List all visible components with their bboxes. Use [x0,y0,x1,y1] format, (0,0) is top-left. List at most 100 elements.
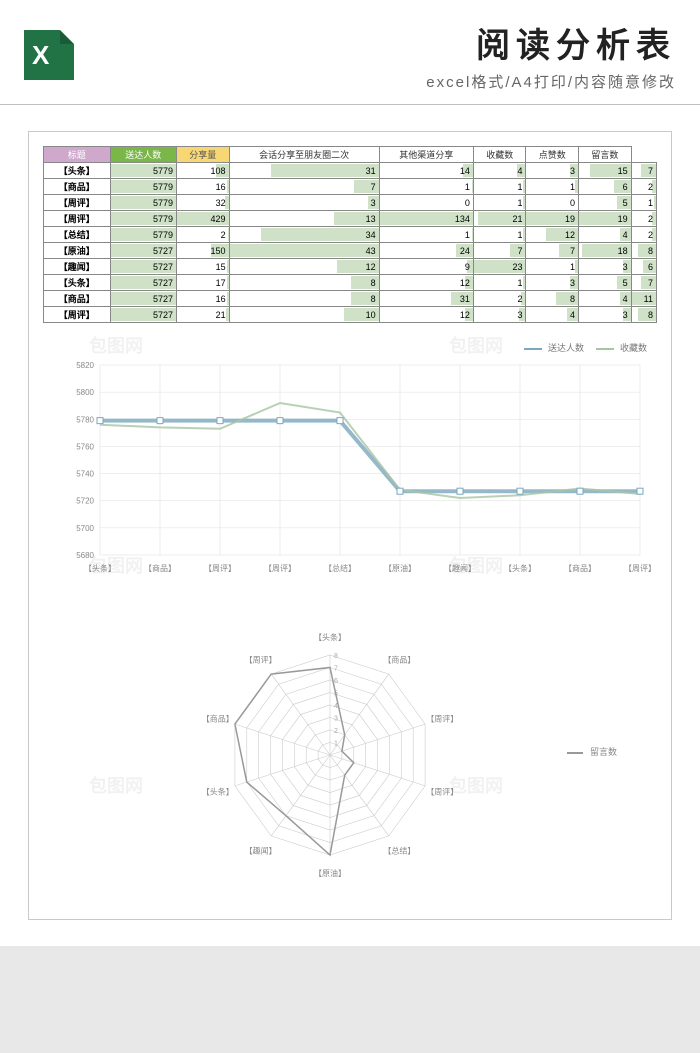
cell-value: 2 [473,291,526,307]
svg-text:【原油】: 【原油】 [314,868,346,878]
svg-text:5740: 5740 [76,470,94,479]
legend-swatch-icon [596,348,614,350]
cell-value: 5779 [110,195,177,211]
cell-value: 31 [229,163,379,179]
svg-text:5720: 5720 [76,497,94,506]
cell-value: 1 [631,195,656,211]
table-row: 【商品】577916711162 [44,179,657,195]
cell-value: 8 [526,291,579,307]
excel-icon-letter: X [32,40,49,71]
svg-text:【周评】: 【周评】 [245,656,277,665]
sheet-wrapper: 标题 送达人数 分享量 会话分享至朋友圈二次 其他渠道分享 收藏数 点赞数 留言… [0,105,700,946]
excel-file-icon: X [24,30,74,80]
svg-text:【周评】: 【周评】 [204,564,236,573]
col-header: 其他渠道分享 [379,147,473,163]
row-label: 【原油】 [44,243,111,259]
cell-value: 31 [379,291,473,307]
svg-text:【商品】: 【商品】 [202,714,234,724]
svg-text:【总结】: 【总结】 [324,563,356,573]
cell-value: 12 [379,275,473,291]
svg-text:5680: 5680 [76,551,94,560]
cell-value: 5727 [110,307,177,323]
cell-value: 1 [473,179,526,195]
svg-text:5700: 5700 [76,524,94,533]
radar-chart-svg: 12345678【头条】【商品】【周评】【周评】【总结】【原油】【趣闻】【头条】… [43,615,657,895]
row-label: 【商品】 [44,291,111,307]
page-root: X 阅读分析表 excel格式/A4打印/内容随意修改 标题 送达人数 分享量 … [0,0,700,946]
table-row: 【周评】57272110123438 [44,307,657,323]
cell-value: 23 [473,259,526,275]
svg-text:5780: 5780 [76,415,94,424]
table-row: 【周评】577932301051 [44,195,657,211]
cell-value: 1 [473,275,526,291]
cell-value: 0 [379,195,473,211]
worksheet: 标题 送达人数 分享量 会话分享至朋友圈二次 其他渠道分享 收藏数 点赞数 留言… [28,131,672,920]
col-header: 会话分享至朋友圈二次 [229,147,379,163]
cell-value: 2 [631,179,656,195]
svg-text:【头条】: 【头条】 [504,563,536,573]
svg-text:【周评】: 【周评】 [426,787,458,796]
legend-label: 送达人数 [548,343,584,353]
cell-value: 429 [177,211,230,227]
radar-legend: 留言数 [567,745,617,758]
cell-value: 8 [229,275,379,291]
cell-value: 43 [229,243,379,259]
cell-value: 108 [177,163,230,179]
cell-value: 14 [379,163,473,179]
radar-chart: 留言数 12345678【头条】【商品】【周评】【周评】【总结】【原油】【趣闻】… [43,615,657,895]
cell-value: 15 [579,163,632,179]
cell-value: 150 [177,243,230,259]
cell-value: 4 [473,163,526,179]
svg-text:6: 6 [334,678,338,685]
row-label: 【周评】 [44,195,111,211]
cell-value: 12 [526,227,579,243]
cell-value: 18 [579,243,632,259]
cell-value: 5 [579,275,632,291]
cell-value: 6 [631,259,656,275]
table-row: 【趣闻】57271512923136 [44,259,657,275]
cell-value: 10 [229,307,379,323]
svg-text:5760: 5760 [76,442,94,451]
svg-text:8: 8 [334,653,338,660]
cell-value: 3 [229,195,379,211]
svg-text:【商品】: 【商品】 [564,563,596,573]
cell-value: 21 [473,211,526,227]
cell-value: 1 [473,227,526,243]
data-table: 标题 送达人数 分享量 会话分享至朋友圈二次 其他渠道分享 收藏数 点赞数 留言… [43,146,657,323]
cell-value: 19 [526,211,579,227]
cell-value: 1 [379,227,473,243]
cell-value: 19 [579,211,632,227]
cell-value: 3 [473,307,526,323]
col-header: 送达人数 [110,147,177,163]
cell-value: 1 [473,195,526,211]
cell-value: 15 [177,259,230,275]
cell-value: 16 [177,179,230,195]
cell-value: 3 [579,307,632,323]
cell-value: 5727 [110,291,177,307]
cell-value: 7 [631,163,656,179]
cell-value: 7 [526,243,579,259]
svg-text:【头条】: 【头条】 [314,632,346,642]
svg-text:【周评】: 【周评】 [426,715,458,724]
cell-value: 4 [579,291,632,307]
legend-label: 收藏数 [620,343,647,353]
cell-value: 2 [177,227,230,243]
row-label: 【周评】 [44,211,111,227]
row-label: 【周评】 [44,307,111,323]
svg-text:【商品】: 【商品】 [383,655,415,665]
cell-value: 7 [631,275,656,291]
line-chart-legend: 送达人数 收藏数 [514,341,647,354]
table-row: 【头条】5779108311443157 [44,163,657,179]
table-row: 【总结】5779234111242 [44,227,657,243]
cell-value: 11 [631,291,656,307]
cell-value: 8 [229,291,379,307]
cell-value: 12 [379,307,473,323]
col-header: 分享量 [177,147,230,163]
cell-value: 16 [177,291,230,307]
cell-value: 5727 [110,243,177,259]
cell-value: 7 [229,179,379,195]
cell-value: 0 [526,195,579,211]
col-header-title: 标题 [44,147,111,163]
cell-value: 4 [526,307,579,323]
cell-value: 3 [526,163,579,179]
